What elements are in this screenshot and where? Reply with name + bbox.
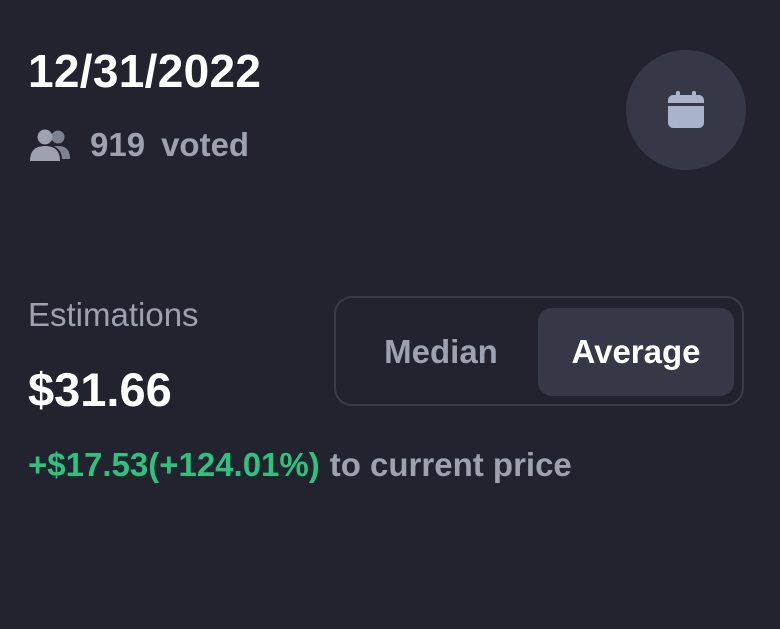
estimation-date: 12/31/2022 — [28, 45, 262, 97]
votes-summary: 919 voted — [28, 126, 249, 164]
toggle-median[interactable]: Median — [346, 308, 536, 396]
toggle-average[interactable]: Average — [538, 308, 734, 396]
calendar-icon — [668, 91, 704, 128]
users-icon — [30, 129, 70, 161]
estimations-label: Estimations — [28, 296, 199, 333]
vote-count: 919 — [90, 126, 146, 163]
estimation-value: $31.66 — [28, 363, 172, 416]
price-change-suffix: to current price — [329, 446, 572, 483]
calendar-button[interactable] — [626, 50, 746, 170]
estimation-mode-toggle: Median Average — [334, 296, 744, 406]
price-change-value: +$17.53(+124.01%) — [28, 446, 320, 483]
price-change-row: +$17.53(+124.01%) to current price — [28, 446, 572, 484]
vote-label: voted — [161, 126, 250, 163]
